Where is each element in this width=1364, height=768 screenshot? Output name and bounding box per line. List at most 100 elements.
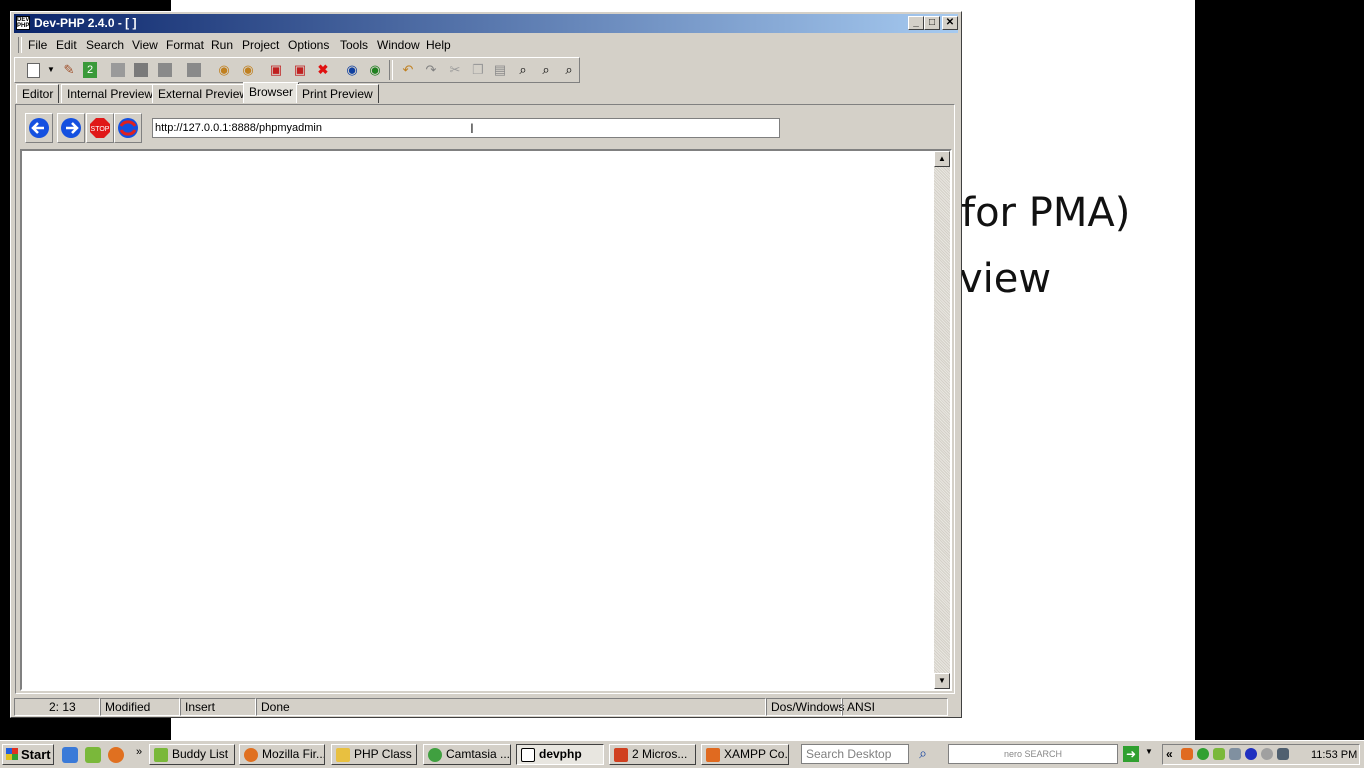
- minimize-button[interactable]: _: [908, 16, 924, 30]
- status-encoding: ANSI: [842, 698, 948, 716]
- browser-content[interactable]: ▲ ▼: [20, 149, 952, 691]
- tab-internal-preview[interactable]: Internal Preview: [61, 84, 160, 103]
- reload-icon[interactable]: 2: [83, 62, 97, 78]
- copy-icon[interactable]: ❐: [469, 61, 487, 79]
- task-php-class[interactable]: PHP Class: [331, 744, 417, 765]
- task-camtasia[interactable]: Camtasia ...: [423, 744, 511, 765]
- start-button[interactable]: Start: [2, 744, 54, 765]
- scroll-down-icon[interactable]: ▼: [934, 673, 950, 689]
- devphp-task-icon: [521, 748, 535, 762]
- back-button[interactable]: [25, 113, 53, 143]
- volume-icon[interactable]: [1229, 748, 1241, 760]
- text-cursor-icon: I: [470, 120, 474, 136]
- system-tray: « 11:53 PM: [1162, 744, 1360, 765]
- quicklaunch-chevron-icon[interactable]: »: [136, 746, 142, 758]
- task-mozilla-firefox[interactable]: Mozilla Fir...: [239, 744, 325, 765]
- menu-format[interactable]: Format: [166, 38, 204, 52]
- status-insert-mode: Insert: [180, 698, 256, 716]
- new-file-icon[interactable]: [27, 63, 40, 78]
- refresh-icon: [118, 118, 138, 138]
- task-xampp-control[interactable]: XAMPP Co...: [701, 744, 789, 765]
- back-arrow-icon: [29, 118, 49, 138]
- camtasia-tray-icon[interactable]: [1197, 748, 1209, 760]
- menu-run[interactable]: Run: [211, 38, 233, 52]
- search-icon[interactable]: ⌕: [914, 745, 932, 763]
- stop-icon: STOP: [90, 118, 110, 138]
- firefox-icon[interactable]: [108, 747, 124, 763]
- camtasia-icon: [428, 748, 442, 762]
- nero-search-input[interactable]: nero SEARCH: [948, 744, 1118, 764]
- url-input[interactable]: [152, 118, 780, 138]
- save-all-icon[interactable]: [158, 63, 172, 77]
- stop-button[interactable]: STOP: [86, 113, 114, 143]
- vertical-scrollbar[interactable]: ▲ ▼: [934, 151, 950, 689]
- preview-icon[interactable]: ◉: [343, 61, 361, 79]
- task-buddy-list[interactable]: Buddy List: [149, 744, 235, 765]
- menu-view[interactable]: View: [132, 38, 158, 52]
- menu-grip: [18, 37, 22, 53]
- menu-tools[interactable]: Tools: [340, 38, 368, 52]
- replace-icon[interactable]: ◉: [239, 61, 257, 79]
- tray-chevron-icon[interactable]: «: [1166, 747, 1173, 761]
- task-microsoft-group[interactable]: 2 Micros...: [609, 744, 696, 765]
- buddy-tray-icon[interactable]: [1213, 748, 1225, 760]
- open-file-icon[interactable]: ✎: [60, 61, 78, 79]
- start-label: Start: [21, 747, 51, 762]
- close-button[interactable]: ✕: [942, 16, 958, 30]
- close-file-icon[interactable]: ▣: [267, 61, 285, 79]
- preview-alt-icon[interactable]: ◉: [366, 61, 384, 79]
- blank-icon[interactable]: [111, 63, 125, 77]
- nero-dropdown-icon[interactable]: ▼: [1145, 747, 1153, 756]
- bluetooth-icon[interactable]: [1245, 748, 1257, 760]
- buddy-icon[interactable]: [85, 747, 101, 763]
- menu-file[interactable]: File: [28, 38, 47, 52]
- slide-text-line1: for PMA): [961, 190, 1131, 236]
- browser-panel: STOP I ▲ ▼: [15, 104, 955, 694]
- undo-icon[interactable]: ↶: [399, 61, 417, 79]
- menu-edit[interactable]: Edit: [56, 38, 77, 52]
- ie-icon[interactable]: [62, 747, 78, 763]
- browser-nav-bar: STOP I: [19, 108, 951, 146]
- go-arrow-icon[interactable]: ➜: [1123, 746, 1139, 762]
- redo-icon[interactable]: ↷: [422, 61, 440, 79]
- find-icon[interactable]: ◉: [215, 61, 233, 79]
- cut-icon[interactable]: ✂: [446, 61, 464, 79]
- maximize-button[interactable]: □: [924, 16, 940, 30]
- zoom-out-icon[interactable]: ⌕: [560, 61, 578, 79]
- clock: 11:53 PM: [1311, 749, 1358, 761]
- tab-external-preview[interactable]: External Preview: [152, 84, 255, 103]
- taskbar: Start » Buddy List Mozilla Fir... PHP Cl…: [0, 740, 1364, 768]
- scroll-up-icon[interactable]: ▲: [934, 151, 950, 167]
- new-file-dropdown-icon[interactable]: ▼: [42, 61, 60, 79]
- tab-browser[interactable]: Browser: [243, 82, 300, 103]
- menu-help[interactable]: Help: [426, 38, 451, 52]
- save-icon[interactable]: [134, 63, 148, 77]
- toolbar-separator: [389, 60, 393, 80]
- window-title: Dev-PHP 2.4.0 - [ ]: [34, 16, 137, 30]
- tab-editor[interactable]: Editor: [16, 84, 60, 103]
- forward-button[interactable]: [57, 113, 85, 143]
- menu-bar: File Edit Search View Format Run Project…: [14, 35, 958, 55]
- status-line-ending: Dos/Windows: [766, 698, 844, 716]
- title-bar[interactable]: DEV PHP Dev-PHP 2.4.0 - [ ] _ □ ✕: [14, 14, 958, 33]
- menu-window[interactable]: Window: [377, 38, 420, 52]
- search-desktop-input[interactable]: Search Desktop: [801, 744, 909, 764]
- menu-options[interactable]: Options: [288, 38, 329, 52]
- zoom-icon[interactable]: ⌕: [514, 61, 532, 79]
- print-icon[interactable]: [187, 63, 201, 77]
- menu-search[interactable]: Search: [86, 38, 124, 52]
- svg-text:STOP: STOP: [91, 126, 110, 133]
- status-modified: Modified: [100, 698, 180, 716]
- network-icon[interactable]: [1261, 748, 1273, 760]
- paste-icon[interactable]: ▤: [491, 61, 509, 79]
- task-devphp[interactable]: devphp: [516, 744, 604, 765]
- delete-icon[interactable]: ✖: [314, 61, 332, 79]
- menu-project[interactable]: Project: [242, 38, 279, 52]
- refresh-button[interactable]: [114, 113, 142, 143]
- xampp-tray-icon[interactable]: [1181, 748, 1193, 760]
- close-all-icon[interactable]: ▣: [291, 61, 309, 79]
- buddy-list-icon: [154, 748, 168, 762]
- tab-print-preview[interactable]: Print Preview: [296, 84, 379, 103]
- zoom-in-icon[interactable]: ⌕: [537, 61, 555, 79]
- display-icon[interactable]: [1277, 748, 1289, 760]
